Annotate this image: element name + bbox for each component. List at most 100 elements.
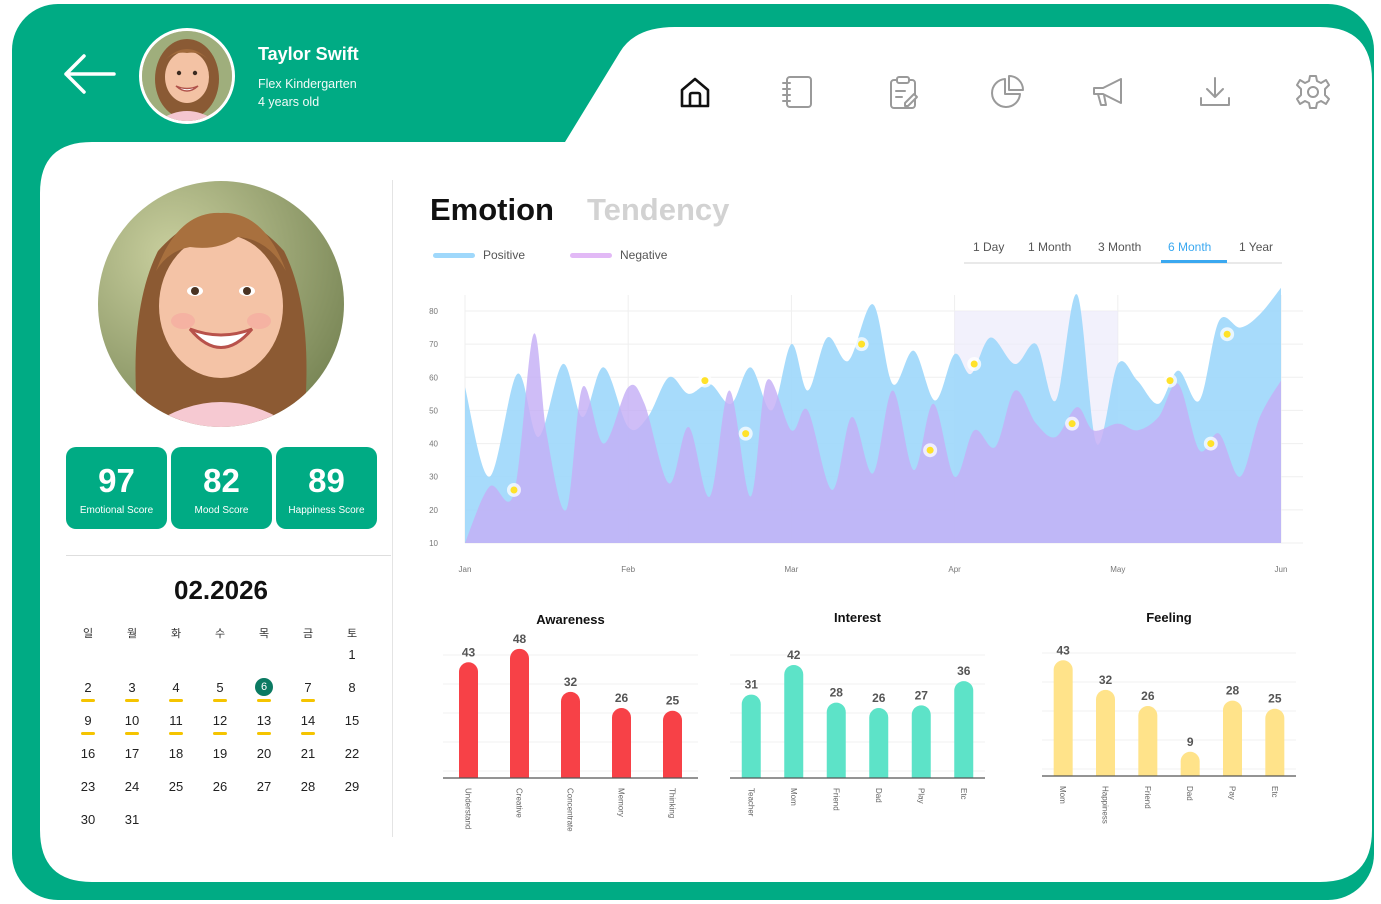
calendar-day[interactable]: 11 <box>154 713 198 728</box>
calendar-weekday: 월 <box>126 628 138 640</box>
calendar-day-marker <box>301 699 315 702</box>
calendar-day-marker <box>257 699 271 702</box>
child-portrait-large <box>98 181 344 427</box>
calendar-day[interactable]: 30 <box>66 812 110 827</box>
happiness-score-label: Happiness Score <box>288 505 365 516</box>
calendar-day[interactable]: 22 <box>330 746 374 761</box>
calendar-day[interactable]: 12 <box>198 713 242 728</box>
clipboard-edit-icon <box>890 76 918 109</box>
nav-settings[interactable] <box>1291 70 1335 114</box>
calendar-day[interactable]: 10 <box>110 713 154 728</box>
range-1-month[interactable]: 1 Month <box>1028 240 1071 254</box>
calendar-day-marker <box>257 732 271 735</box>
calendar-day[interactable]: 2 <box>66 680 110 695</box>
profile-info: Taylor Swift Flex Kindergarten 4 years o… <box>258 44 359 111</box>
calendar-day[interactable]: 8 <box>330 680 374 695</box>
emotional-score-label: Emotional Score <box>79 505 154 516</box>
calendar-day-marker <box>169 699 183 702</box>
range-active-underline <box>1161 260 1227 263</box>
emotional-score-value: 97 <box>98 462 135 499</box>
legend-positive-swatch <box>433 252 475 258</box>
calendar-day[interactable]: 23 <box>66 779 110 794</box>
calendar-day[interactable]: 13 <box>242 713 286 728</box>
range-3-month[interactable]: 3 Month <box>1098 240 1141 254</box>
calendar-day-marker <box>169 732 183 735</box>
calendar-day[interactable]: 27 <box>242 779 286 794</box>
mood-score-value: 82 <box>203 462 240 499</box>
legend-negative-label: Negative <box>620 248 668 262</box>
profile-school: Flex Kindergarten <box>258 77 357 91</box>
tab-emotion[interactable]: Emotion <box>430 192 554 228</box>
calendar-day[interactable]: 28 <box>286 779 330 794</box>
range-selector: 1 Day 1 Month 3 Month 6 Month 1 Year <box>964 238 1282 264</box>
legend-negative: Negative <box>570 248 667 262</box>
happiness-score-card: 89 Happiness Score <box>276 447 377 529</box>
calendar-weekday: 목 <box>258 628 270 640</box>
range-1-year[interactable]: 1 Year <box>1239 240 1273 254</box>
calendar-day[interactable]: 9 <box>66 713 110 728</box>
mood-score-label: Mood Score <box>194 505 249 516</box>
avatar <box>139 28 235 124</box>
nav-home[interactable] <box>673 70 717 114</box>
calendar-day[interactable]: 21 <box>286 746 330 761</box>
calendar-day-marker <box>213 732 227 735</box>
calendar-day[interactable]: 15 <box>330 713 374 728</box>
column-divider <box>392 180 393 837</box>
nav-announcements[interactable] <box>1087 70 1131 114</box>
nav-notebook[interactable] <box>775 70 819 114</box>
calendar-day[interactable]: 26 <box>198 779 242 794</box>
settings-icon <box>1296 75 1330 109</box>
calendar-day[interactable]: 17 <box>110 746 154 761</box>
calendar-day[interactable]: 24 <box>110 779 154 794</box>
arrow-left-icon <box>64 54 116 94</box>
calendar-weekday: 화 <box>170 628 182 640</box>
calendar-day-marker <box>125 699 139 702</box>
legend-negative-swatch <box>570 252 612 258</box>
calendar-day[interactable]: 16 <box>66 746 110 761</box>
calendar-day[interactable]: 31 <box>110 812 154 827</box>
calendar-weekday: 수 <box>214 628 226 640</box>
calendar-month: 02.2026 <box>174 575 268 605</box>
calendar-day-marker <box>125 732 139 735</box>
calendar-day[interactable]: 25 <box>154 779 198 794</box>
calendar-day-marker <box>81 699 95 702</box>
calendar-day[interactable]: 20 <box>242 746 286 761</box>
child-portrait-small <box>142 31 232 121</box>
download-icon <box>1200 77 1230 106</box>
mood-score-card: 82 Mood Score <box>171 447 272 529</box>
calendar-day-marker <box>213 699 227 702</box>
calendar-day[interactable]: 6 <box>242 681 286 693</box>
calendar-day[interactable]: 5 <box>198 680 242 695</box>
back-button[interactable] <box>62 52 116 96</box>
range-1-day[interactable]: 1 Day <box>973 240 1004 254</box>
calendar-day-marker <box>81 732 95 735</box>
nav-statistics[interactable] <box>985 70 1029 114</box>
calendar-day[interactable]: 1 <box>330 647 374 662</box>
calendar-day[interactable]: 18 <box>154 746 198 761</box>
calendar-day-marker <box>301 732 315 735</box>
calendar-day[interactable]: 14 <box>286 713 330 728</box>
home-icon <box>680 77 710 108</box>
profile-photo <box>98 181 344 427</box>
pie-chart-icon <box>991 75 1024 108</box>
calendar-weekday: 일 <box>82 628 94 640</box>
calendar-day[interactable]: 29 <box>330 779 374 794</box>
profile-name: Taylor Swift <box>258 44 359 64</box>
tab-tendency[interactable]: Tendency <box>587 192 729 228</box>
calendar-day[interactable]: 7 <box>286 680 330 695</box>
calendar-day[interactable]: 19 <box>198 746 242 761</box>
calendar-day[interactable]: 3 <box>110 680 154 695</box>
notebook-icon <box>782 76 812 108</box>
divider <box>66 555 391 556</box>
calendar-weekday: 토 <box>346 628 358 640</box>
profile-age: 4 years old <box>258 95 320 109</box>
emotional-score-card: 97 Emotional Score <box>66 447 167 529</box>
calendar-weekday: 금 <box>302 628 314 640</box>
nav-clipboard[interactable] <box>881 70 925 114</box>
calendar-day[interactable]: 4 <box>154 680 198 695</box>
range-6-month[interactable]: 6 Month <box>1168 240 1211 254</box>
megaphone-icon <box>1093 78 1122 106</box>
happiness-score-value: 89 <box>308 462 345 499</box>
nav-download[interactable] <box>1193 70 1237 114</box>
legend-positive-label: Positive <box>483 248 526 262</box>
